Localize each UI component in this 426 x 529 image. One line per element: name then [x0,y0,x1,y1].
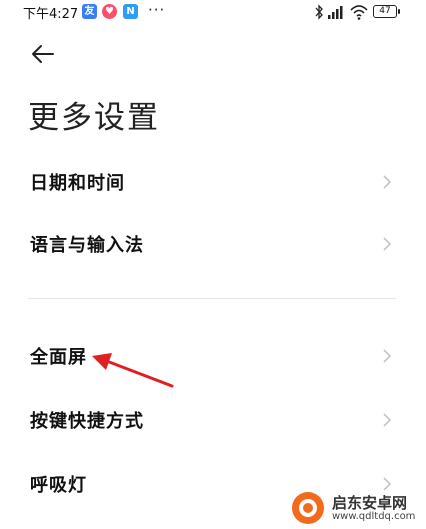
settings-item-full-screen[interactable]: 全面屏 [0,326,426,386]
settings-item-label: 呼吸灯 [30,475,87,496]
section-divider [28,298,396,299]
settings-item-button-shortcuts[interactable]: 按键快捷方式 [0,390,426,450]
notification-heart-icon: ♥ [102,4,117,19]
watermark-title: 启东安卓网 [332,494,408,512]
settings-item-label: 按键快捷方式 [30,411,144,432]
status-time: 下午4:27 [23,7,79,22]
chevron-right-icon [383,175,392,189]
notification-app-icon: 友 [82,4,97,19]
annotation-arrow-icon [92,353,174,388]
more-notifications-icon: ··· [148,1,166,19]
watermark-logo-icon [292,492,324,524]
battery-icon: 47 [373,5,400,18]
watermark: 启东安卓网 www.qdltdq.com [290,488,426,529]
chevron-right-icon [383,349,392,363]
page-title: 更多设置 [28,100,160,136]
notification-n-icon: N [123,4,138,19]
bluetooth-icon [315,4,323,20]
settings-item-label: 全面屏 [30,347,87,368]
settings-item-label: 日期和时间 [30,173,125,194]
chevron-right-icon [383,413,392,427]
settings-item-language-input[interactable]: 语言与输入法 [0,214,426,274]
settings-item-date-time[interactable]: 日期和时间 [0,152,426,212]
signal-icon [328,6,343,19]
chevron-right-icon [383,237,392,251]
watermark-url: www.qdltdq.com [332,511,416,522]
status-bar: 下午4:27 友 ♥ N ··· 47 [0,0,426,24]
arrow-left-icon [32,45,54,63]
wifi-icon [350,5,368,20]
back-button[interactable] [28,40,58,68]
settings-item-label: 语言与输入法 [30,235,144,256]
